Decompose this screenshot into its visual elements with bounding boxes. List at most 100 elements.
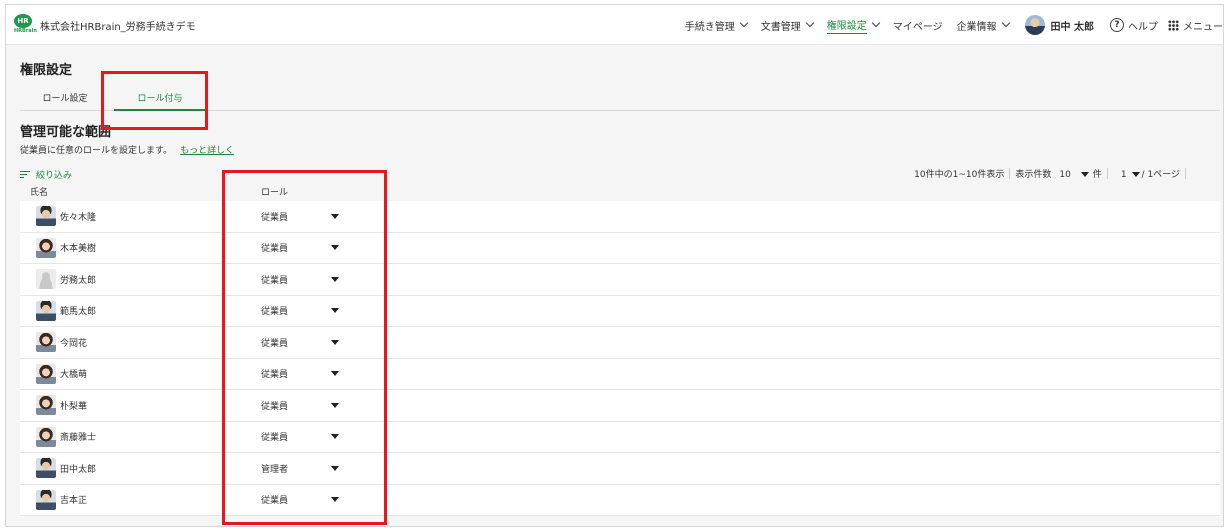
user-menu[interactable]: 田中 太郎 — [1024, 15, 1094, 35]
logo-wordmark: HRBrain — [14, 28, 37, 34]
role-value: 従業員 — [261, 275, 289, 286]
nav-permissions[interactable]: 権限設定 — [826, 17, 880, 34]
help-button[interactable]: ? ヘルプ — [1110, 18, 1158, 33]
table-row: 斎藤雅士 従業員 — [20, 421, 1220, 453]
role-value: 従業員 — [261, 401, 289, 412]
employee-name: 佐々木隆 — [60, 212, 97, 223]
top-nav: 手続き管理 文書管理 権限設定 マイページ 企業情報 田中 太郎 ? ヘルプ メ… — [671, 5, 1223, 45]
table-row: 吉本正 従業員 — [20, 484, 1220, 516]
nav-label: マイページ — [892, 21, 943, 33]
chevron-down-icon — [1001, 18, 1010, 28]
role-dropdown-caret-icon[interactable] — [331, 213, 339, 219]
role-dropdown-caret-icon[interactable] — [331, 371, 339, 377]
filter-icon — [20, 171, 30, 178]
employee-name: 斎藤雅士 — [60, 433, 97, 444]
role-value: 従業員 — [261, 244, 289, 255]
avatar — [36, 206, 56, 227]
nav-procedures[interactable]: 手続き管理 — [684, 18, 748, 33]
filter-button[interactable]: 絞り込み — [20, 168, 72, 181]
nav-label: 手続き管理 — [684, 21, 735, 33]
logo-mark: HR — [14, 14, 32, 28]
role-dropdown-caret-icon[interactable] — [331, 276, 339, 282]
employee-name: 今岡花 — [60, 338, 88, 349]
nav-label: 企業情報 — [956, 21, 997, 33]
role-dropdown-caret-icon[interactable] — [331, 497, 339, 503]
more-details-link[interactable]: もっと詳しく — [180, 146, 234, 156]
table-header: 氏名 ロール — [20, 181, 1220, 201]
caret-down-icon — [1080, 172, 1089, 177]
app-frame: HR HRBrain 株式会社HRBrain_労務手続きデモ 手続き管理 文書管… — [5, 4, 1224, 527]
nav-label: 文書管理 — [760, 21, 801, 33]
role-dropdown-caret-icon[interactable] — [331, 245, 339, 251]
table-row: 佐々木隆 従業員 — [20, 201, 1220, 233]
help-label: ヘルプ — [1128, 21, 1158, 33]
role-value: 従業員 — [261, 338, 289, 349]
per-page-unit: 件 — [1092, 170, 1102, 180]
role-value: 従業員 — [261, 433, 289, 444]
nav-documents[interactable]: 文書管理 — [760, 18, 814, 33]
filter-label: 絞り込み — [36, 171, 73, 181]
nav-company-info[interactable]: 企業情報 — [956, 18, 1010, 33]
table-row: 今岡花 従業員 — [20, 327, 1220, 359]
employee-name: 木本美樹 — [60, 244, 97, 255]
nav-mypage[interactable]: マイページ — [893, 18, 943, 33]
avatar — [36, 300, 56, 321]
avatar — [36, 237, 56, 258]
role-value: 従業員 — [261, 496, 289, 507]
table-row: 大橋萌 従業員 — [20, 358, 1220, 390]
page-total: / 1ページ — [1141, 170, 1180, 180]
hrbrain-logo[interactable]: HR HRBrain — [14, 14, 37, 34]
avatar — [36, 458, 56, 479]
grid-menu-icon — [1168, 19, 1179, 31]
chevron-down-icon — [805, 18, 814, 28]
user-avatar — [1024, 15, 1045, 35]
chevron-down-icon — [871, 18, 880, 28]
help-icon: ? — [1110, 18, 1124, 32]
tab-bar: ロール設定 ロール付与 — [20, 91, 1220, 111]
company-name: 株式会社HRBrain_労務手続きデモ — [40, 22, 196, 33]
pager-summary: 10件中の1~10件表示 — [914, 170, 1005, 180]
column-header-role: ロール — [261, 187, 289, 198]
caret-down-icon — [1131, 172, 1140, 177]
role-value: 従業員 — [261, 307, 289, 318]
role-dropdown-caret-icon[interactable] — [331, 308, 339, 314]
employee-name: 大橋萌 — [60, 370, 88, 381]
user-name: 田中 太郎 — [1050, 21, 1094, 33]
avatar — [36, 269, 56, 290]
table-row: 範馬太郎 従業員 — [20, 295, 1220, 327]
page-select[interactable]: 1 / 1ページ — [1121, 167, 1180, 180]
table-row: 朴梨華 従業員 — [20, 390, 1220, 422]
divider — [1185, 168, 1186, 179]
section-title: 管理可能な範囲 — [20, 125, 112, 140]
role-table: 氏名 ロール 佐々木隆 従業員 木本美樹 従業員 労務太郎 従業員 範馬太郎 従… — [20, 181, 1220, 516]
role-dropdown-caret-icon[interactable] — [331, 465, 339, 471]
page-title: 権限設定 — [20, 63, 73, 78]
avatar — [36, 363, 56, 384]
table-row: 労務太郎 従業員 — [20, 264, 1220, 296]
employee-name: 吉本正 — [60, 496, 88, 507]
employee-name: 範馬太郎 — [60, 307, 97, 318]
divider — [1106, 168, 1108, 179]
per-page-select[interactable]: 10 件 — [1059, 167, 1101, 180]
tab-role-settings[interactable]: ロール設定 — [20, 91, 110, 111]
avatar — [36, 426, 56, 447]
role-dropdown-caret-icon[interactable] — [331, 339, 339, 345]
role-value: 従業員 — [261, 212, 289, 223]
table-row: 田中太郎 管理者 — [20, 453, 1220, 485]
menu-button[interactable]: メニュー — [1168, 18, 1223, 33]
section-description: 従業員に任意のロールを設定します。 もっと詳しく — [20, 143, 234, 156]
tab-role-assignment[interactable]: ロール付与 — [114, 91, 206, 111]
role-dropdown-caret-icon[interactable] — [331, 402, 339, 408]
top-header: HR HRBrain 株式会社HRBrain_労務手続きデモ 手続き管理 文書管… — [6, 5, 1223, 45]
per-page-value: 10 — [1059, 170, 1071, 180]
avatar — [36, 332, 56, 353]
nav-label: 権限設定 — [826, 17, 867, 34]
pagination: 10件中の1~10件表示 表示件数 10 件 1 / 1ページ — [914, 167, 1191, 180]
avatar — [36, 395, 56, 416]
description-text: 従業員に任意のロールを設定します。 — [20, 146, 173, 156]
table-row: 木本美樹 従業員 — [20, 232, 1220, 264]
column-header-name: 氏名 — [30, 187, 49, 198]
role-value: 従業員 — [261, 370, 289, 381]
per-page-label: 表示件数 — [1015, 170, 1052, 180]
role-dropdown-caret-icon[interactable] — [331, 434, 339, 440]
